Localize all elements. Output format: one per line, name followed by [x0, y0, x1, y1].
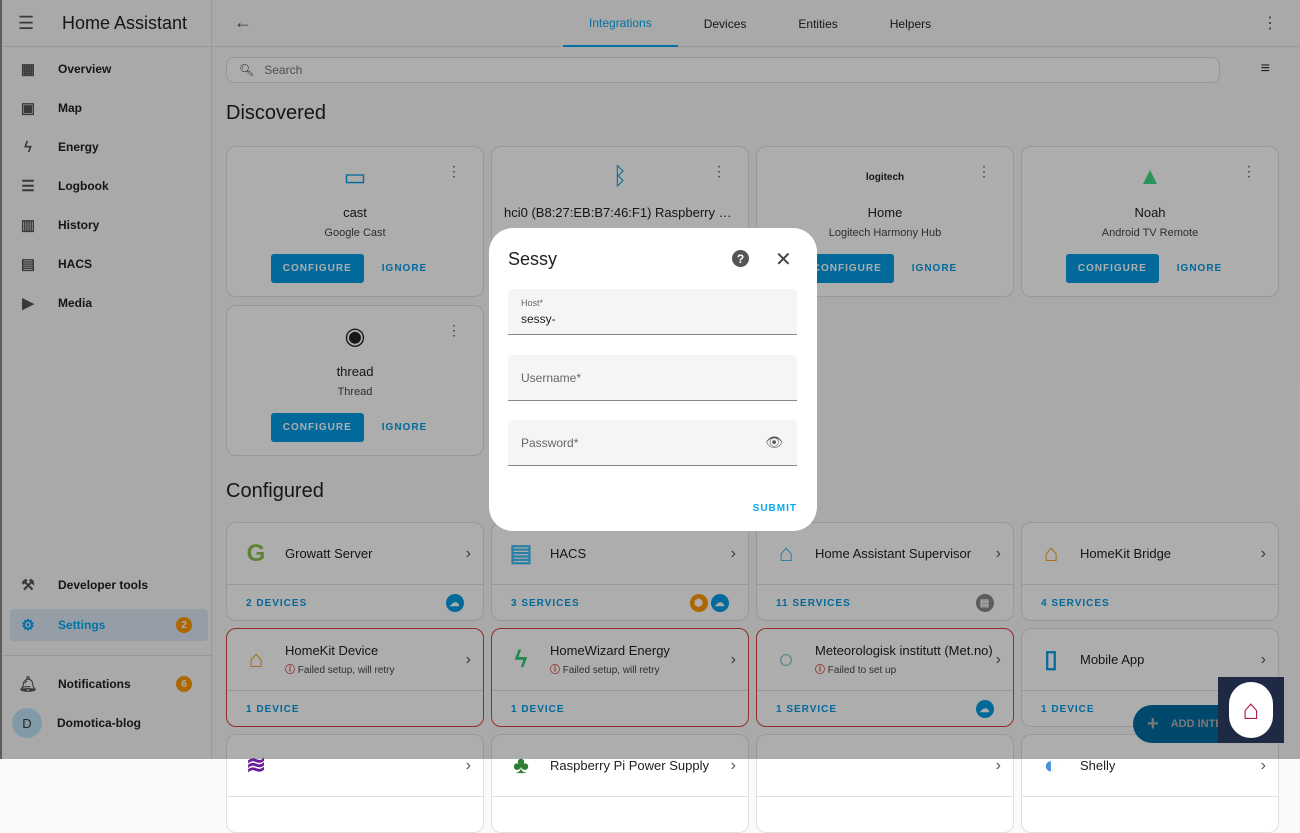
- eye-icon[interactable]: 👁︎: [765, 434, 783, 451]
- integration-name: Raspberry Pi Power Supply: [550, 758, 709, 773]
- host-label: Host*: [521, 298, 544, 308]
- chevron-right-icon[interactable]: ›: [996, 757, 1001, 775]
- username-field[interactable]: Username*: [508, 355, 797, 401]
- submit-button[interactable]: SUBMIT: [753, 503, 797, 514]
- chevron-right-icon[interactable]: ›: [1261, 757, 1266, 775]
- card-footer: [227, 797, 483, 833]
- integration-name: Shelly: [1080, 758, 1116, 773]
- username-label: Username*: [521, 371, 582, 385]
- watermark-logo: ⌂: [1218, 677, 1284, 743]
- help-icon[interactable]: ?: [732, 250, 749, 267]
- integration-name-block: Shelly: [1080, 758, 1261, 773]
- password-label: Password*: [521, 436, 579, 450]
- host-field[interactable]: Host* sessy-: [508, 289, 797, 335]
- card-footer: [1022, 797, 1278, 833]
- chevron-right-icon[interactable]: ›: [466, 757, 471, 775]
- config-dialog: Sessy ? ✕ Host* sessy- Username* Password…: [489, 228, 817, 531]
- host-value: sessy-: [521, 312, 556, 326]
- password-field[interactable]: Password* 👁︎: [508, 420, 797, 466]
- card-footer: [492, 797, 748, 833]
- chevron-right-icon[interactable]: ›: [731, 757, 736, 775]
- close-icon[interactable]: ✕: [775, 247, 792, 272]
- dialog-title: Sessy: [508, 249, 558, 269]
- integration-name-block: Raspberry Pi Power Supply: [550, 758, 731, 773]
- card-footer: [757, 797, 1013, 833]
